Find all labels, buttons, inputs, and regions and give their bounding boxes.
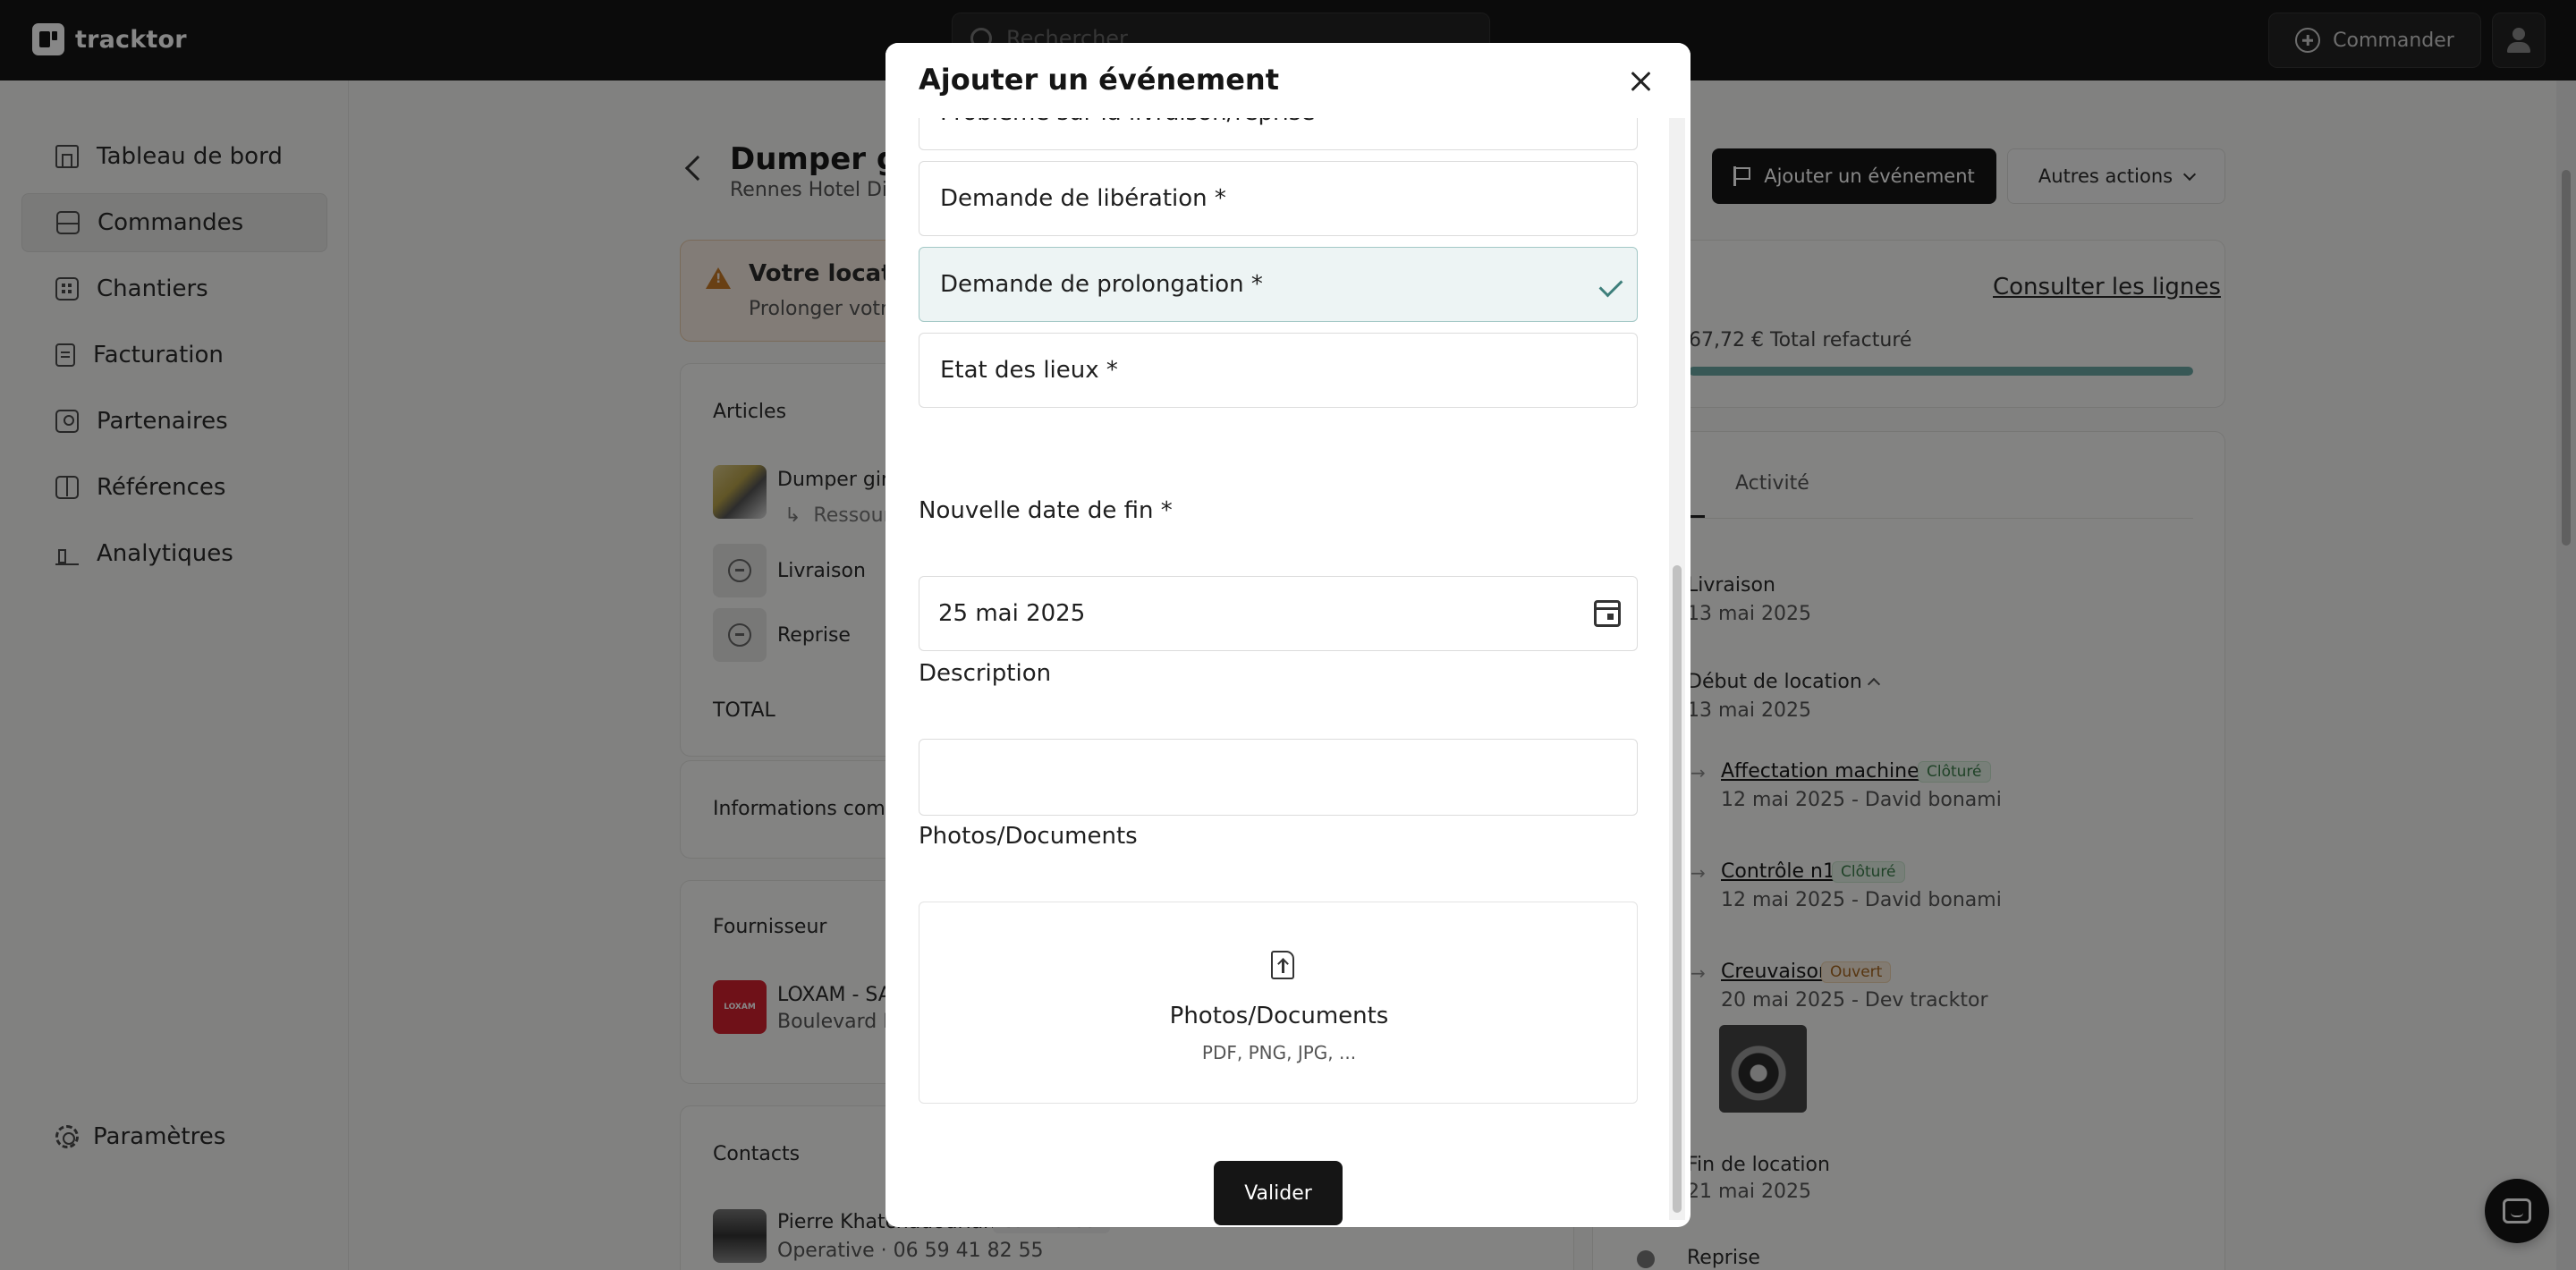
modal-header: Ajouter un événement [886,43,1690,118]
photos-dropzone[interactable]: Photos/Documents PDF, PNG, JPG, ... [919,902,1638,1104]
add-event-modal: Ajouter un événement Problème sur la liv… [886,43,1690,1227]
event-type-option-inspection[interactable]: Etat des lieux * [919,333,1638,408]
option-label: Demande de libération * [940,185,1226,212]
modal-scrollbar[interactable] [1669,118,1685,1220]
option-label: Problème sur la livraison/reprise [940,118,1315,126]
file-upload-icon [1271,951,1294,979]
calendar-icon[interactable] [1594,600,1621,627]
submit-button[interactable]: Valider [1214,1161,1343,1225]
end-date-input[interactable]: 25 mai 2025 [919,576,1638,651]
option-label: Demande de prolongation * [940,271,1263,298]
description-label: Description [919,660,1052,687]
modal-scrollbar-thumb[interactable] [1673,565,1682,1213]
modal-title: Ajouter un événement [919,63,1279,97]
end-date-value: 25 mai 2025 [938,600,1086,627]
end-date-label: Nouvelle date de fin * [919,497,1173,524]
option-label: Etat des lieux * [940,357,1118,384]
photos-label: Photos/Documents [919,823,1138,850]
modal-body: Problème sur la livraison/reprise Demand… [886,118,1690,1227]
check-icon [1598,273,1623,298]
event-type-option-release[interactable]: Demande de libération * [919,161,1638,236]
event-type-option-delivery-issue[interactable]: Problème sur la livraison/reprise [919,118,1638,150]
close-icon[interactable] [1628,68,1655,95]
description-input[interactable] [919,739,1638,816]
dropzone-formats: PDF, PNG, JPG, ... [1201,1042,1357,1063]
dropzone-title: Photos/Documents [1169,1003,1389,1029]
event-type-option-extension[interactable]: Demande de prolongation * [919,247,1638,322]
